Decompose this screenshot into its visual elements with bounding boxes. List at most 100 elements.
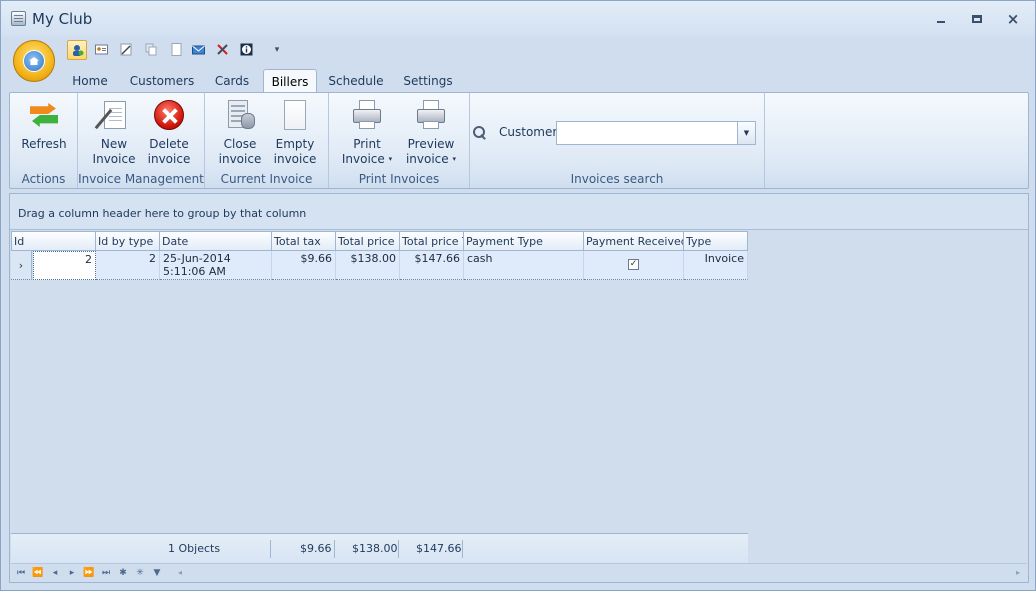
- invoice-grid: Id Id by type Date Total tax Total price…: [11, 231, 748, 533]
- close-icon: ×: [1006, 10, 1020, 28]
- customer-label: Customer: [499, 125, 558, 139]
- info-icon[interactable]: [237, 40, 257, 60]
- column-header-type[interactable]: Type: [684, 231, 748, 251]
- customer-search-input[interactable]: [557, 122, 737, 144]
- new-invoice-label-1: New: [100, 137, 128, 151]
- close-invoice-label-2: invoice: [218, 152, 262, 166]
- next-record-icon[interactable]: ▸: [64, 566, 80, 580]
- new-invoice-label-2: Invoice: [92, 152, 136, 166]
- invoice-grid-panel: Drag a column header here to group by th…: [9, 193, 1029, 583]
- cell-total-tax[interactable]: $9.66: [272, 251, 336, 280]
- previous-page-icon[interactable]: ⏪: [30, 566, 46, 580]
- row-indicator-icon[interactable]: ›: [11, 251, 32, 280]
- tools-icon[interactable]: [213, 40, 233, 60]
- printer-icon: [351, 99, 383, 131]
- page-icon[interactable]: [167, 40, 187, 60]
- window-title: My Club: [32, 10, 93, 28]
- chevron-down-icon[interactable]: ▼: [737, 122, 755, 144]
- close-invoice-button[interactable]: Close invoice: [213, 99, 267, 167]
- mail-icon[interactable]: [189, 40, 209, 60]
- last-record-icon[interactable]: ⏭: [98, 566, 114, 580]
- cell-id[interactable]: 2: [33, 251, 96, 280]
- cell-type[interactable]: Invoice: [684, 251, 748, 280]
- group-actions: Refresh Actions: [10, 93, 78, 188]
- grid-navigator: ⏮ ⏪ ◂ ▸ ⏩ ⏭ ✱ ✳ ▼ ◂ ▸: [11, 563, 1027, 582]
- column-header-total-price-t[interactable]: Total price T: [400, 231, 464, 251]
- delete-invoice-button[interactable]: Delete invoice: [142, 99, 196, 167]
- print-invoice-button[interactable]: Print Invoice ▾: [339, 99, 395, 167]
- preview-invoice-button[interactable]: Preview invoice ▾: [401, 99, 461, 167]
- column-header-payment-type[interactable]: Payment Type: [464, 231, 584, 251]
- tab-billers[interactable]: Billers: [263, 69, 317, 93]
- users-icon[interactable]: [67, 40, 87, 60]
- edit-icon[interactable]: [117, 40, 137, 60]
- contact-card-icon[interactable]: [92, 40, 112, 60]
- cell-total-price-h[interactable]: $138.00: [336, 251, 400, 280]
- filter-icon[interactable]: ▼: [149, 566, 165, 580]
- maximize-button[interactable]: [967, 11, 987, 27]
- empty-invoice-button[interactable]: Empty invoice: [269, 99, 321, 167]
- print-invoice-label-1: Print: [353, 137, 381, 151]
- cell-total-price-t[interactable]: $147.66: [400, 251, 464, 280]
- group-label-current-invoice: Current Invoice: [220, 172, 313, 186]
- next-page-icon[interactable]: ⏩: [81, 566, 97, 580]
- cell-payment-received[interactable]: ✓: [584, 251, 684, 280]
- blank-page-icon: [279, 99, 311, 131]
- append-record-icon[interactable]: ✱: [115, 566, 131, 580]
- tab-customers[interactable]: Customers: [125, 69, 199, 93]
- title-bar[interactable]: My Club ×: [1, 1, 1035, 37]
- tab-home[interactable]: Home: [65, 69, 115, 93]
- summary-divider: [270, 540, 271, 558]
- close-button[interactable]: ×: [1003, 11, 1023, 27]
- table-row[interactable]: › 2 2 25-Jun-2014 5:11:06 AM $9.66 $138.…: [11, 251, 748, 280]
- minimize-button[interactable]: [931, 11, 951, 27]
- cell-date[interactable]: 25-Jun-2014 5:11:06 AM: [160, 251, 272, 280]
- column-header-total-tax[interactable]: Total tax: [272, 231, 336, 251]
- minimize-icon: [937, 21, 945, 23]
- cell-id-by-type[interactable]: 2: [96, 251, 160, 280]
- new-invoice-icon: [94, 99, 130, 131]
- group-current-invoice: Close invoice Empty invoice Current Invoic…: [205, 93, 329, 188]
- summary-divider: [462, 540, 463, 558]
- ribbon-panel: Refresh Actions New Invoice Delete invoice…: [9, 92, 1029, 189]
- cell-payment-type[interactable]: cash: [464, 251, 584, 280]
- payment-received-checkbox[interactable]: ✓: [628, 259, 639, 270]
- column-header-date[interactable]: Date: [160, 231, 272, 251]
- new-invoice-button[interactable]: New Invoice: [88, 99, 140, 167]
- summary-divider: [398, 540, 399, 558]
- tab-cards[interactable]: Cards: [209, 69, 255, 93]
- customer-combobox[interactable]: ▼: [556, 121, 756, 145]
- search-icon: [473, 126, 487, 140]
- delete-icon: [153, 99, 185, 131]
- preview-invoice-label-1: Preview: [407, 137, 455, 151]
- tab-settings[interactable]: Settings: [397, 69, 459, 93]
- column-header-id[interactable]: Id: [11, 231, 96, 251]
- refresh-label: Refresh: [21, 137, 67, 151]
- first-record-icon[interactable]: ⏮: [13, 566, 29, 580]
- delete-invoice-label-1: Delete: [149, 137, 189, 151]
- application-menu-button[interactable]: [13, 40, 55, 82]
- print-invoice-label-2: Invoice: [341, 152, 385, 166]
- horizontal-scrollbar[interactable]: ◂ ▸: [173, 566, 1025, 580]
- preview-dropdown-icon: ▾: [452, 155, 457, 163]
- app-window: My Club × ▾ Home Customers Cards Billers…: [0, 0, 1036, 591]
- delete-invoice-label-2: invoice: [147, 152, 191, 166]
- empty-invoice-label-1: Empty: [275, 137, 315, 151]
- calculator-icon: [224, 99, 256, 131]
- group-invoice-management: New Invoice Delete invoice Invoice Managem…: [78, 93, 205, 188]
- summary-total-price-t: $147.66: [416, 542, 462, 555]
- customize-toolbar-button[interactable]: ▾: [267, 40, 287, 60]
- previous-record-icon[interactable]: ◂: [47, 566, 63, 580]
- scroll-left-icon[interactable]: ◂: [173, 566, 187, 580]
- column-header-id-by-type[interactable]: Id by type: [96, 231, 160, 251]
- column-header-payment-received[interactable]: Payment Received: [584, 231, 684, 251]
- scroll-right-icon[interactable]: ▸: [1011, 566, 1025, 580]
- group-by-panel[interactable]: Drag a column header here to group by th…: [10, 194, 1028, 230]
- copy-icon[interactable]: [142, 40, 162, 60]
- tab-schedule[interactable]: Schedule: [325, 69, 387, 93]
- summary-total-price-h: $138.00: [352, 542, 398, 555]
- refresh-button[interactable]: Refresh: [18, 99, 70, 152]
- app-icon: [11, 11, 26, 26]
- column-header-total-price-h[interactable]: Total price H: [336, 231, 400, 251]
- edit-record-icon[interactable]: ✳: [132, 566, 148, 580]
